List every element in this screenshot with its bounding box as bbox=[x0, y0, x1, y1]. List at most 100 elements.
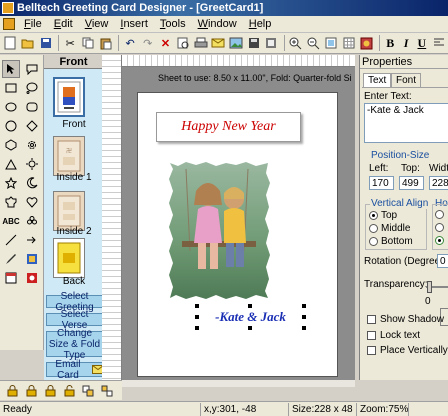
slider-thumb[interactable] bbox=[427, 281, 432, 293]
place-vertically-checkbox[interactable]: Place Vertically bbox=[367, 345, 448, 356]
menu-help[interactable]: Help bbox=[243, 18, 278, 30]
change-size-button[interactable]: Change Size & Fold Type bbox=[46, 328, 103, 361]
resize-handle[interactable] bbox=[302, 304, 306, 308]
clipart-tool-icon[interactable] bbox=[23, 269, 41, 287]
picture-tool-icon[interactable] bbox=[23, 250, 41, 268]
valign-top-radio[interactable]: Top bbox=[369, 210, 397, 221]
triangle-tool-icon[interactable] bbox=[2, 155, 20, 173]
cut-icon[interactable]: ✂ bbox=[62, 34, 79, 52]
gear-tool-icon[interactable] bbox=[23, 136, 41, 154]
left-input[interactable]: 170 bbox=[369, 176, 394, 190]
undo-icon[interactable]: ↶ bbox=[122, 34, 139, 52]
hexagon-tool-icon[interactable] bbox=[2, 136, 20, 154]
page-thumb-front[interactable] bbox=[53, 77, 85, 117]
star-tool-icon[interactable] bbox=[2, 174, 20, 192]
group-icon[interactable] bbox=[79, 382, 97, 400]
lock-icon[interactable] bbox=[41, 382, 59, 400]
signature-text-box[interactable]: -Kate & Jack bbox=[197, 306, 304, 327]
badge-tool-icon[interactable] bbox=[2, 193, 20, 211]
valign-middle-radio[interactable]: Middle bbox=[369, 223, 410, 234]
page-thumb-back[interactable] bbox=[53, 238, 85, 278]
clipart-icon[interactable] bbox=[358, 34, 375, 52]
pen-tool-icon[interactable] bbox=[2, 250, 20, 268]
menu-window[interactable]: Window bbox=[192, 18, 243, 30]
arrow-tool-icon[interactable] bbox=[23, 231, 41, 249]
show-shadow-checkbox[interactable]: Show Shadow bbox=[367, 314, 444, 325]
copy-icon[interactable] bbox=[80, 34, 97, 52]
grid-icon[interactable] bbox=[341, 34, 358, 52]
top-input[interactable]: 499 bbox=[399, 176, 424, 190]
lock-icon[interactable] bbox=[3, 382, 21, 400]
save-as-icon[interactable] bbox=[245, 34, 262, 52]
lock-icon[interactable] bbox=[22, 382, 40, 400]
paste-icon[interactable] bbox=[97, 34, 114, 52]
pointer-tool-icon[interactable] bbox=[2, 60, 20, 78]
redo-icon[interactable]: ↷ bbox=[139, 34, 156, 52]
menu-view[interactable]: View bbox=[79, 18, 115, 30]
valign-bottom-radio[interactable]: Bottom bbox=[369, 236, 413, 247]
diamond-tool-icon[interactable] bbox=[23, 117, 41, 135]
document-icon[interactable] bbox=[3, 18, 15, 30]
menu-edit[interactable]: Edit bbox=[48, 18, 79, 30]
moon-tool-icon[interactable] bbox=[23, 174, 41, 192]
page-thumb-inside-1[interactable]: 卍 bbox=[53, 136, 85, 176]
lock-text-checkbox[interactable]: Lock text bbox=[367, 330, 420, 341]
halign-center-radio[interactable] bbox=[435, 223, 447, 232]
menu-file[interactable]: File bbox=[18, 18, 48, 30]
resize-handle[interactable] bbox=[248, 326, 252, 330]
new-icon[interactable] bbox=[2, 34, 19, 52]
resize-handle[interactable] bbox=[195, 315, 199, 319]
circle-tool-icon[interactable] bbox=[2, 117, 20, 135]
ellipse-tool-icon[interactable] bbox=[2, 98, 20, 116]
bold-button[interactable]: B bbox=[383, 34, 398, 52]
family-photo[interactable] bbox=[168, 161, 271, 300]
align-left-icon[interactable] bbox=[430, 34, 447, 52]
image-icon[interactable] bbox=[228, 34, 245, 52]
resize-handle[interactable] bbox=[302, 315, 306, 319]
halign-right-radio[interactable] bbox=[435, 236, 447, 245]
tab-font[interactable]: Font bbox=[391, 73, 422, 87]
transparency-slider[interactable] bbox=[426, 281, 448, 293]
zoom-out-icon[interactable] bbox=[305, 34, 322, 52]
zoom-in-icon[interactable] bbox=[288, 34, 305, 52]
thought-bubble-tool-icon[interactable] bbox=[23, 79, 41, 97]
rounded-rect-tool-icon[interactable] bbox=[23, 98, 41, 116]
email-card-button[interactable]: Email Card bbox=[46, 359, 103, 381]
page-thumb-inside-2[interactable] bbox=[53, 191, 85, 231]
unlock-icon[interactable] bbox=[60, 382, 78, 400]
resize-handle[interactable] bbox=[195, 326, 199, 330]
print-preview-icon[interactable] bbox=[175, 34, 192, 52]
flower-tool-icon[interactable] bbox=[23, 212, 41, 230]
fit-page-icon[interactable] bbox=[323, 34, 340, 52]
heart-tool-icon[interactable] bbox=[23, 193, 41, 211]
delete-icon[interactable]: ✕ bbox=[157, 34, 174, 52]
print-icon[interactable] bbox=[192, 34, 209, 52]
tab-text[interactable]: Text bbox=[363, 73, 392, 87]
select-greeting-button[interactable]: Select Greeting bbox=[46, 291, 103, 313]
send-back-icon[interactable] bbox=[263, 34, 280, 52]
underline-button[interactable]: U bbox=[414, 34, 429, 52]
menu-tools[interactable]: Tools bbox=[154, 18, 192, 30]
italic-button[interactable]: I bbox=[399, 34, 414, 52]
rotation-input[interactable]: 0 bbox=[437, 254, 448, 268]
menu-insert[interactable]: Insert bbox=[114, 18, 154, 30]
card-page[interactable]: Happy New Year -Kate & Jack bbox=[137, 92, 338, 377]
width-input[interactable]: 228 bbox=[429, 176, 448, 190]
calendar-tool-icon[interactable] bbox=[2, 269, 20, 287]
line-tool-icon[interactable] bbox=[2, 231, 20, 249]
open-icon[interactable] bbox=[20, 34, 37, 52]
select-verse-button[interactable]: Select Verse bbox=[46, 309, 103, 331]
resize-handle[interactable] bbox=[302, 326, 306, 330]
greeting-text-box[interactable]: Happy New Year bbox=[156, 112, 301, 142]
enter-text-field[interactable]: -Kate & Jack bbox=[364, 103, 448, 143]
text-tool-icon[interactable]: ABC bbox=[2, 212, 20, 230]
design-canvas[interactable]: Sheet to use: 8.50 x 11.00", Fold: Quart… bbox=[122, 55, 355, 380]
save-icon[interactable] bbox=[37, 34, 54, 52]
halign-left-radio[interactable] bbox=[435, 210, 447, 219]
email-icon[interactable] bbox=[210, 34, 227, 52]
horizontal-scrollbar[interactable] bbox=[122, 380, 355, 387]
callout-tool-icon[interactable] bbox=[23, 60, 41, 78]
sun-tool-icon[interactable] bbox=[23, 155, 41, 173]
resize-handle[interactable] bbox=[195, 304, 199, 308]
rectangle-tool-icon[interactable] bbox=[2, 79, 20, 97]
